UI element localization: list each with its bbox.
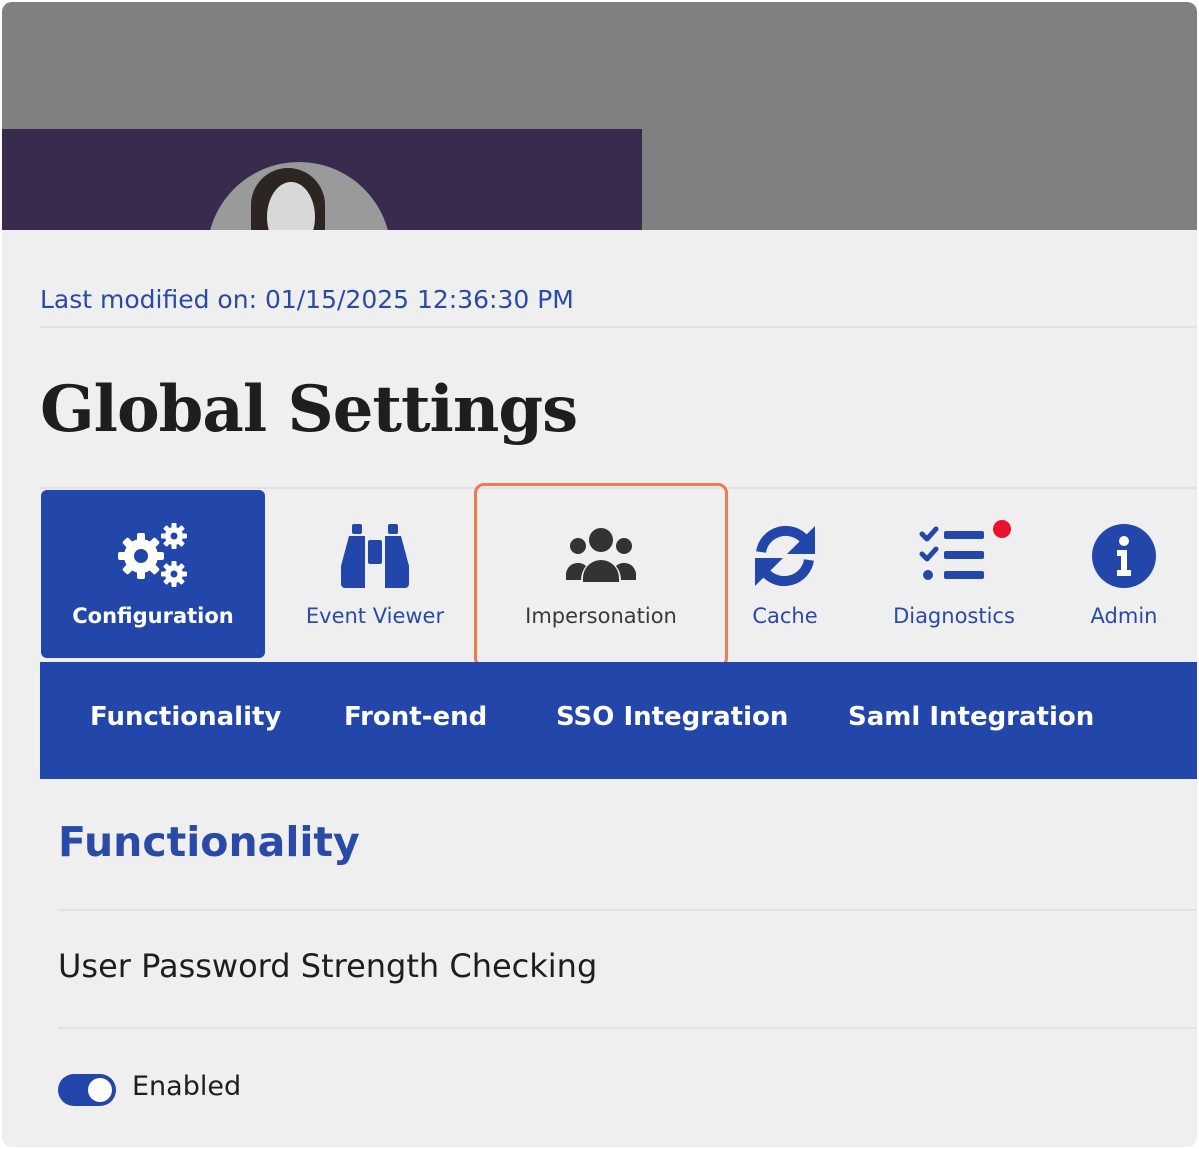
gears-icon bbox=[118, 523, 187, 587]
tab-label: Configuration bbox=[72, 604, 234, 628]
divider bbox=[40, 326, 1197, 328]
binoculars-icon bbox=[341, 524, 409, 588]
page-title: Global Settings bbox=[40, 372, 578, 447]
tab-label: Impersonation bbox=[525, 604, 677, 628]
tab-cache[interactable]: Cache bbox=[738, 490, 832, 658]
modal-overlay bbox=[2, 2, 1197, 230]
subnav-saml-integration[interactable]: Saml Integration bbox=[848, 702, 1094, 732]
divider bbox=[40, 487, 1197, 489]
subnav-sso-integration[interactable]: SSO Integration bbox=[556, 702, 788, 732]
tab-configuration[interactable]: Configuration bbox=[41, 490, 265, 658]
sync-icon bbox=[755, 525, 815, 587]
users-icon bbox=[565, 528, 637, 582]
setting-label: User Password Strength Checking bbox=[58, 947, 598, 985]
last-modified-text: Last modified on: 01/15/2025 12:36:30 PM bbox=[40, 285, 574, 314]
subnav-front-end[interactable]: Front-end bbox=[344, 702, 487, 732]
section-title: Functionality bbox=[58, 818, 360, 866]
tab-label: Admin bbox=[1090, 604, 1158, 628]
avatar bbox=[207, 162, 391, 230]
profile-banner bbox=[2, 129, 642, 230]
notification-dot bbox=[993, 520, 1011, 538]
divider bbox=[58, 1027, 1197, 1029]
toggle-label: Enabled bbox=[132, 1071, 242, 1102]
tab-label: Cache bbox=[752, 604, 818, 628]
subnav-functionality[interactable]: Functionality bbox=[90, 702, 281, 732]
app-window: Last modified on: 01/15/2025 12:36:30 PM… bbox=[2, 2, 1197, 1147]
enabled-toggle[interactable] bbox=[58, 1074, 116, 1106]
tab-label: Event Viewer bbox=[305, 604, 445, 628]
info-icon bbox=[1092, 524, 1156, 588]
tab-label: Diagnostics bbox=[893, 604, 1015, 628]
toggle-knob bbox=[88, 1078, 112, 1102]
divider bbox=[58, 909, 1197, 911]
sub-navigation: Functionality Front-end SSO Integration … bbox=[40, 662, 1197, 779]
tab-event-viewer[interactable]: Event Viewer bbox=[287, 490, 463, 658]
checklist-icon bbox=[919, 526, 984, 580]
tab-impersonation[interactable]: Impersonation bbox=[492, 490, 710, 658]
tab-admin[interactable]: Admin bbox=[1074, 490, 1174, 658]
tab-diagnostics[interactable]: Diagnostics bbox=[874, 490, 1034, 658]
